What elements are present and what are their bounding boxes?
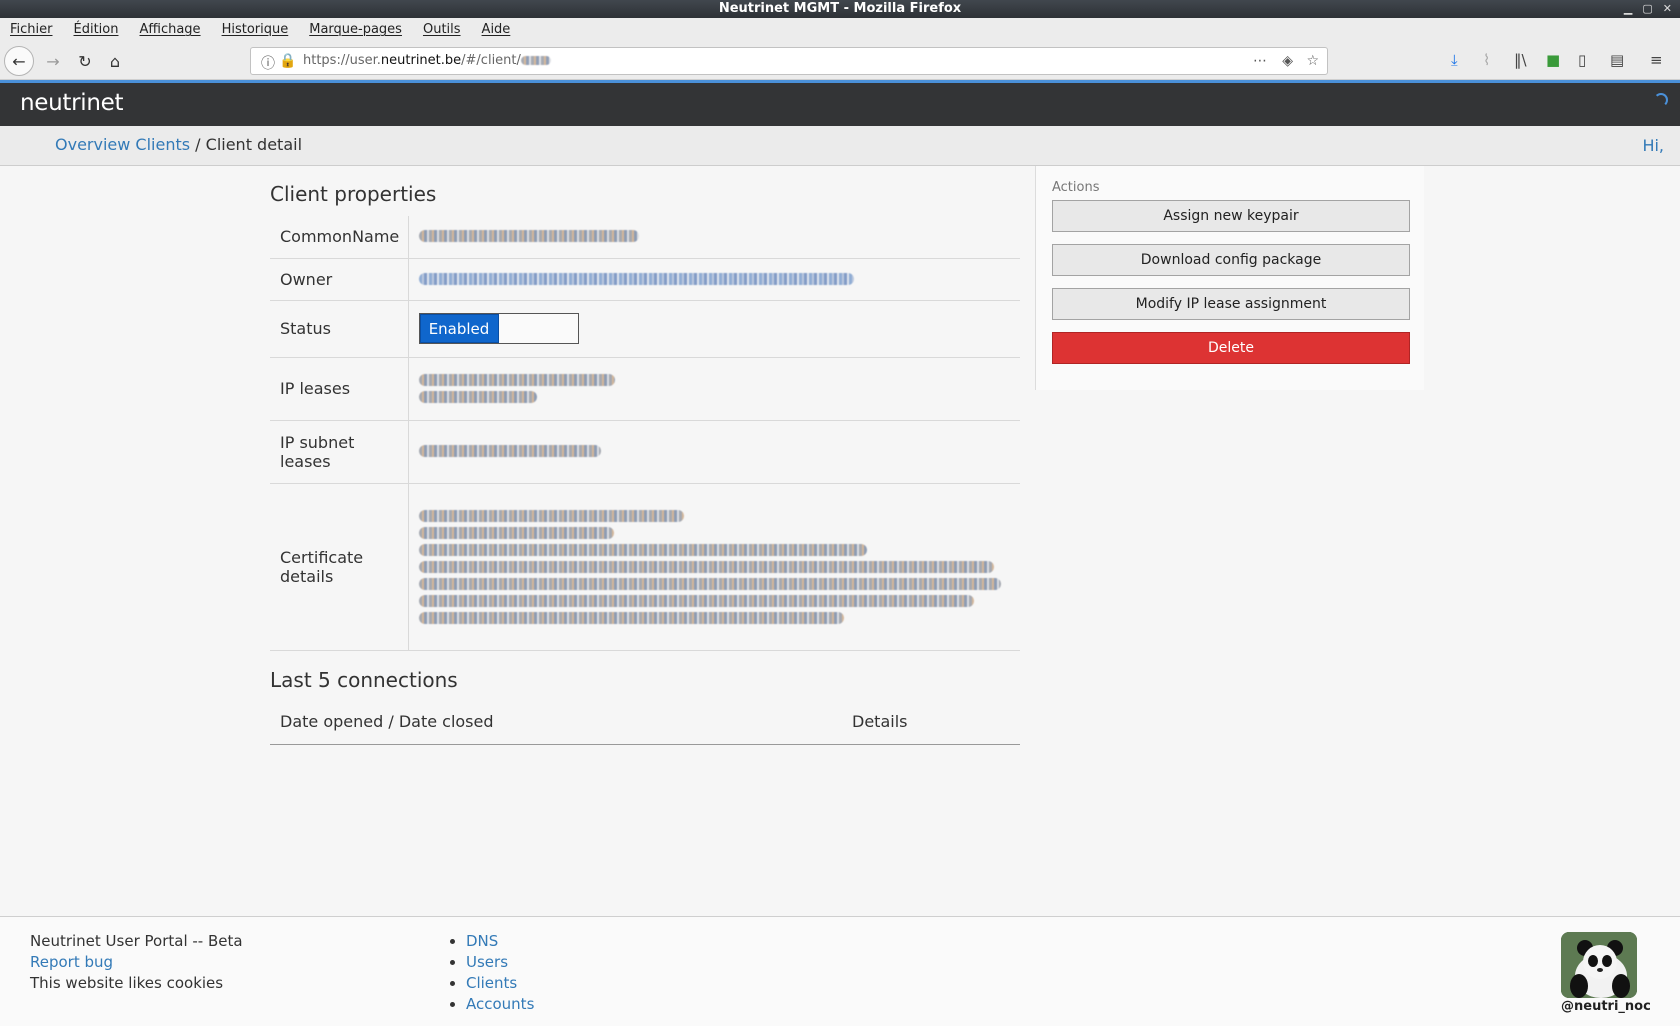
col-details: Details [842, 700, 1020, 745]
assign-keypair-button[interactable]: Assign new keypair [1052, 200, 1410, 232]
row-ip-subnet-leases: IP subnet leases [270, 420, 1020, 484]
label-ip-subnet-leases: IP subnet leases [270, 420, 409, 484]
footer-cookie-note: This website likes cookies [30, 974, 224, 992]
home-button[interactable]: ⌂ [102, 48, 128, 74]
brand-logo[interactable]: neutrinet [20, 90, 124, 116]
breadcrumb-separator: / [190, 135, 206, 154]
actions-label: Actions [1052, 180, 1100, 195]
sidebar-icon[interactable]: ▯ [1578, 51, 1586, 69]
hamburger-menu-icon[interactable]: ≡ [1650, 51, 1663, 69]
bookmark-star-icon[interactable]: ☆ [1306, 53, 1319, 69]
user-greeting[interactable]: Hi, [1642, 136, 1664, 155]
breadcrumb-current: Client detail [205, 135, 303, 154]
url-text[interactable]: https://user.neutrinet.be/#/client/ [303, 53, 551, 68]
extension-icon[interactable]: ■ [1546, 51, 1560, 69]
footer-link-accounts[interactable]: Accounts [466, 995, 534, 1013]
download-icon[interactable]: ⤓ [1451, 51, 1458, 69]
row-certificate-details: Certificate details [270, 483, 1020, 651]
home-icon: ⌂ [109, 51, 121, 71]
footer-info: Neutrinet User Portal -- Beta Report bug… [30, 931, 243, 994]
menu-fichier[interactable]: Fichier [10, 22, 53, 37]
app-header: neutrinet [0, 83, 1680, 126]
window-titlebar: Neutrinet MGMT - Mozilla Firefox ▁ ▢ ✕ [0, 0, 1680, 18]
back-button[interactable]: ← [4, 46, 34, 76]
row-ip-leases: IP leases [270, 357, 1020, 421]
reload-button[interactable]: ↻ [72, 48, 98, 74]
delete-button[interactable]: Delete [1052, 332, 1410, 364]
menu-marque-pages[interactable]: Marque-pages [309, 22, 402, 37]
footer-link-users[interactable]: Users [466, 953, 508, 971]
minimize-icon[interactable]: ▁ [1624, 0, 1632, 18]
connections-header-row: Date opened / Date closed Details [270, 700, 1020, 745]
label-status: Status [270, 300, 409, 358]
more-actions-icon[interactable]: ⋯ [1253, 53, 1267, 69]
row-common-name: CommonName [270, 216, 1020, 259]
main-content: Client properties CommonName Owner Statu… [0, 166, 1680, 916]
modify-ip-lease-button[interactable]: Modify IP lease assignment [1052, 288, 1410, 320]
panda-avatar[interactable] [1561, 932, 1637, 998]
twitter-handle[interactable]: @neutri_noc [1561, 999, 1651, 1014]
url-bar[interactable]: ⓘ 🔒 https://user.neutrinet.be/#/client/ … [250, 47, 1328, 75]
label-ip-leases: IP leases [270, 357, 409, 421]
menu-affichage[interactable]: Affichage [139, 22, 200, 37]
reader-icon[interactable]: ▤ [1610, 51, 1624, 69]
breadcrumb-overview-clients[interactable]: Overview Clients [55, 135, 190, 154]
arrow-left-icon: ← [12, 51, 26, 71]
library-icon[interactable]: ‖\ [1514, 51, 1527, 69]
footer-portal-name: Neutrinet User Portal -- Beta [30, 932, 243, 950]
reload-icon: ↻ [78, 51, 92, 71]
arrow-right-icon: → [46, 51, 60, 71]
row-status: Status Enabled [270, 300, 1020, 358]
lock-icon[interactable]: 🔒 [279, 53, 296, 69]
loading-spinner-icon [1654, 93, 1668, 107]
menu-edition[interactable]: Édition [74, 22, 119, 37]
value-ip-leases [408, 357, 1020, 421]
nav-toolbar: ← → ↻ ⌂ ⓘ 🔒 https://user.neutrinet.be/#/… [0, 41, 1680, 80]
label-owner: Owner [270, 258, 409, 301]
col-date: Date opened / Date closed [270, 700, 842, 745]
label-common-name: CommonName [270, 216, 409, 259]
download-config-button[interactable]: Download config package [1052, 244, 1410, 276]
report-bug-link[interactable]: Report bug [30, 953, 113, 971]
status-toggle[interactable]: Enabled [418, 313, 579, 344]
footer: Neutrinet User Portal -- Beta Report bug… [0, 916, 1680, 1026]
info-icon[interactable]: ⓘ [261, 53, 275, 73]
client-properties-title: Client properties [270, 182, 437, 206]
menu-historique[interactable]: Historique [222, 22, 289, 37]
label-certificate-details: Certificate details [270, 483, 409, 651]
footer-links: DNS Users Clients Accounts [466, 931, 534, 1015]
actions-panel: Actions Assign new keypair Download conf… [1035, 166, 1424, 390]
connections-table: Date opened / Date closed Details [270, 700, 1020, 745]
menu-bar: Fichier Édition Affichage Historique Mar… [0, 18, 1680, 41]
last-connections-title: Last 5 connections [270, 668, 458, 692]
value-ip-subnet-leases [408, 420, 1020, 484]
breadcrumb: Overview Clients / Client detail [55, 135, 302, 154]
forward-button[interactable]: → [40, 48, 66, 74]
row-owner: Owner [270, 258, 1020, 301]
pocket-icon[interactable]: ◈ [1282, 53, 1293, 69]
rss-icon[interactable]: ⌇ [1483, 51, 1490, 69]
value-certificate-details [408, 483, 1020, 651]
maximize-icon[interactable]: ▢ [1642, 0, 1652, 18]
footer-link-clients[interactable]: Clients [466, 974, 517, 992]
window-title: Neutrinet MGMT - Mozilla Firefox [718, 1, 962, 16]
breadcrumb-bar: Overview Clients / Client detail Hi, [0, 126, 1680, 166]
client-properties-table: CommonName Owner Status Enabled IP lease… [270, 216, 1020, 651]
value-owner[interactable] [408, 258, 1020, 301]
menu-aide[interactable]: Aide [482, 22, 511, 37]
menu-outils[interactable]: Outils [423, 22, 461, 37]
footer-link-dns[interactable]: DNS [466, 932, 498, 950]
value-common-name [408, 216, 1020, 259]
status-enabled-label: Enabled [419, 314, 499, 343]
close-icon[interactable]: ✕ [1663, 0, 1672, 18]
